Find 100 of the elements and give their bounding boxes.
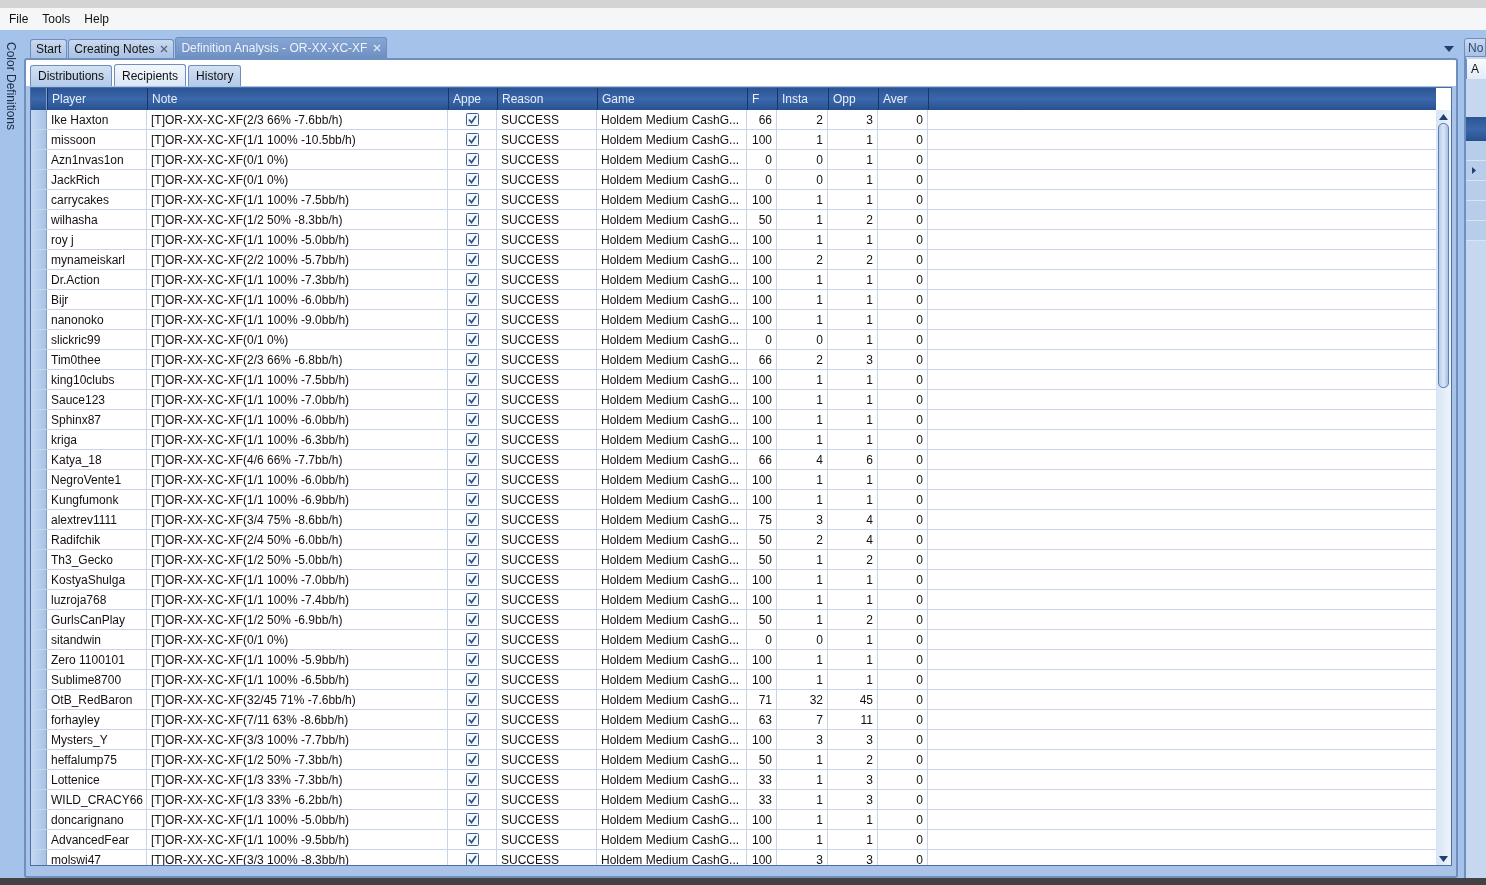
- checkbox[interactable]: [465, 493, 479, 506]
- row-header[interactable]: [31, 790, 47, 809]
- row-header[interactable]: [31, 370, 47, 389]
- checkbox[interactable]: [465, 653, 479, 666]
- checkbox[interactable]: [465, 833, 479, 846]
- column-header[interactable]: Note: [147, 88, 448, 110]
- row-header[interactable]: [31, 230, 47, 249]
- checkbox[interactable]: [465, 213, 479, 226]
- checkbox[interactable]: [465, 613, 479, 626]
- row-header[interactable]: [31, 450, 47, 469]
- checkbox[interactable]: [465, 133, 479, 146]
- checkbox[interactable]: [465, 853, 479, 865]
- scroll-thumb[interactable]: [1438, 123, 1449, 388]
- row-header[interactable]: [31, 130, 47, 149]
- column-header[interactable]: Opp: [828, 88, 878, 110]
- row-header[interactable]: [31, 190, 47, 209]
- row-header[interactable]: [31, 290, 47, 309]
- row-header[interactable]: [31, 530, 47, 549]
- checkbox[interactable]: [465, 333, 479, 346]
- checkbox[interactable]: [465, 693, 479, 706]
- checkbox[interactable]: [465, 193, 479, 206]
- row-header[interactable]: [31, 830, 47, 849]
- panel-sub-tab[interactable]: A: [1466, 59, 1486, 79]
- document-tab[interactable]: Creating Notes: [68, 39, 175, 58]
- checkbox[interactable]: [465, 473, 479, 486]
- row-header[interactable]: [31, 270, 47, 289]
- row-header[interactable]: [31, 710, 47, 729]
- column-header[interactable]: Game: [597, 88, 747, 110]
- sub-tab[interactable]: Recipients: [114, 64, 187, 86]
- checkbox[interactable]: [465, 413, 479, 426]
- checkbox[interactable]: [465, 773, 479, 786]
- checkbox[interactable]: [465, 453, 479, 466]
- checkbox[interactable]: [465, 553, 479, 566]
- row-header[interactable]: [31, 550, 47, 569]
- row-header[interactable]: [31, 670, 47, 689]
- vertical-scrollbar[interactable]: [1436, 110, 1451, 865]
- row-header[interactable]: [31, 430, 47, 449]
- menu-item[interactable]: Tools: [35, 12, 78, 26]
- panel-tab[interactable]: No: [1464, 38, 1486, 57]
- row-header[interactable]: [31, 610, 47, 629]
- column-header[interactable]: Appe: [448, 88, 497, 110]
- checkbox[interactable]: [465, 513, 479, 526]
- row-header[interactable]: [31, 210, 47, 229]
- checkbox[interactable]: [465, 313, 479, 326]
- row-header[interactable]: [31, 350, 47, 369]
- dropdown-arrow-icon[interactable]: [1444, 46, 1454, 52]
- close-icon[interactable]: [160, 45, 169, 53]
- row-header[interactable]: [31, 110, 47, 129]
- scroll-down-icon[interactable]: [1439, 856, 1448, 862]
- checkbox[interactable]: [465, 273, 479, 286]
- column-header[interactable]: Reason: [497, 88, 597, 110]
- side-panel-tab[interactable]: Color Definitions: [4, 42, 18, 131]
- row-header[interactable]: [31, 310, 47, 329]
- checkbox[interactable]: [465, 373, 479, 386]
- checkbox[interactable]: [465, 113, 479, 126]
- checkbox[interactable]: [465, 673, 479, 686]
- checkbox[interactable]: [465, 153, 479, 166]
- column-header[interactable]: Insta: [777, 88, 828, 110]
- row-header[interactable]: [31, 150, 47, 169]
- checkbox[interactable]: [465, 793, 479, 806]
- checkbox[interactable]: [465, 593, 479, 606]
- row-header[interactable]: [31, 250, 47, 269]
- menu-item[interactable]: File: [2, 12, 36, 26]
- row-header[interactable]: [31, 510, 47, 529]
- row-header[interactable]: [31, 390, 47, 409]
- checkbox[interactable]: [465, 753, 479, 766]
- column-header[interactable]: Aver: [878, 88, 928, 110]
- checkbox[interactable]: [465, 533, 479, 546]
- row-header[interactable]: [31, 730, 47, 749]
- checkbox[interactable]: [465, 253, 479, 266]
- checkbox[interactable]: [465, 713, 479, 726]
- scroll-up-icon[interactable]: [1439, 114, 1448, 120]
- column-header[interactable]: Player: [47, 88, 147, 110]
- checkbox[interactable]: [465, 733, 479, 746]
- row-header[interactable]: [31, 750, 47, 769]
- row-header[interactable]: [31, 590, 47, 609]
- column-header[interactable]: F: [747, 88, 777, 110]
- row-header[interactable]: [31, 410, 47, 429]
- checkbox[interactable]: [465, 573, 479, 586]
- document-tab[interactable]: Start: [30, 39, 68, 58]
- checkbox[interactable]: [465, 173, 479, 186]
- sub-tab[interactable]: History: [188, 65, 242, 86]
- row-header[interactable]: [31, 490, 47, 509]
- row-header[interactable]: [31, 570, 47, 589]
- row-header[interactable]: [31, 770, 47, 789]
- row-header[interactable]: [31, 170, 47, 189]
- row-header[interactable]: [31, 690, 47, 709]
- row-header[interactable]: [31, 650, 47, 669]
- checkbox[interactable]: [465, 293, 479, 306]
- checkbox[interactable]: [465, 353, 479, 366]
- sub-tab[interactable]: Distributions: [30, 65, 113, 86]
- row-header[interactable]: [31, 330, 47, 349]
- checkbox[interactable]: [465, 233, 479, 246]
- checkbox[interactable]: [465, 433, 479, 446]
- checkbox[interactable]: [465, 813, 479, 826]
- row-header[interactable]: [31, 470, 47, 489]
- row-header[interactable]: [31, 630, 47, 649]
- row-header[interactable]: [31, 850, 47, 865]
- checkbox[interactable]: [465, 393, 479, 406]
- checkbox[interactable]: [465, 633, 479, 646]
